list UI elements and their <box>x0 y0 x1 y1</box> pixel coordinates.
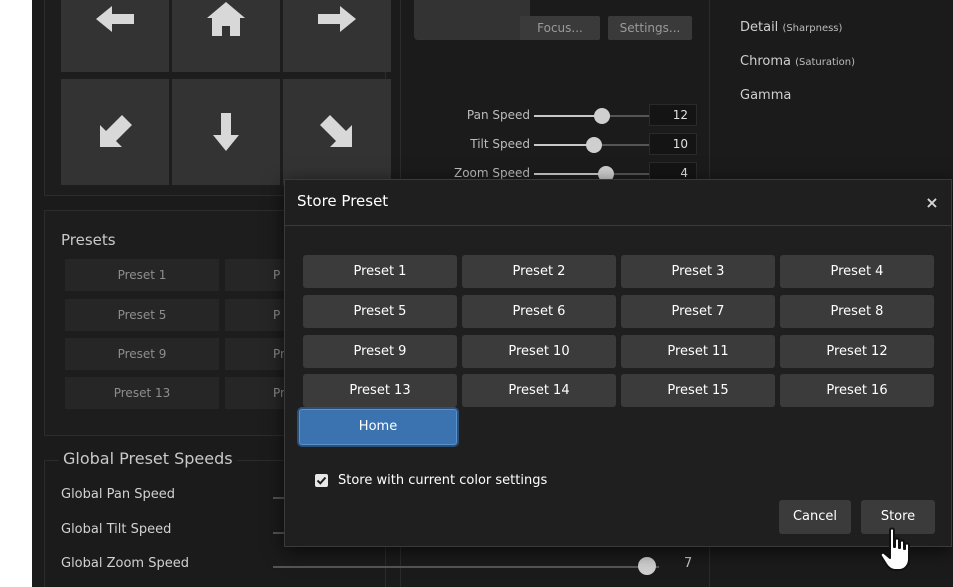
dialog-title: Store Preset <box>297 192 389 210</box>
pan-speed-thumb[interactable] <box>594 108 610 124</box>
store-preset-13-button[interactable]: Preset 13 <box>303 374 457 407</box>
zoom-speed-slider[interactable] <box>534 166 654 182</box>
home-position-button[interactable] <box>172 0 280 72</box>
store-preset-dialog: Store Preset × Preset 1 Preset 2 Preset 3P… <box>284 179 952 547</box>
preset-9-button[interactable]: Preset 9 <box>65 338 219 370</box>
detail-label: Detail <box>740 20 779 35</box>
gamma-setting[interactable]: Gamma <box>740 88 791 103</box>
store-preset-11-button[interactable]: Preset 11 <box>621 335 775 368</box>
global-zoom-speed-slider[interactable] <box>273 566 659 568</box>
global-preset-speeds-title: Global Preset Speeds <box>59 449 237 468</box>
store-preset-2-button[interactable]: Preset 2 <box>462 255 616 288</box>
preset-5-button[interactable]: Preset 5 <box>65 299 219 331</box>
pan-speed-label: Pan Speed <box>466 108 530 122</box>
tilt-speed-row: Tilt Speed 10 <box>422 133 702 155</box>
arrow-down-left-icon <box>100 115 132 147</box>
chroma-sub-label: (Saturation) <box>795 57 856 68</box>
global-zoom-speed-label: Global Zoom Speed <box>61 556 189 571</box>
pan-down-left-button[interactable] <box>61 79 169 185</box>
store-preset-3-button[interactable]: Preset 3 <box>621 255 775 288</box>
home-preset-button[interactable]: Home <box>299 409 457 445</box>
global-zoom-speed-value: 7 <box>684 556 693 571</box>
global-tilt-speed-label: Global Tilt Speed <box>61 522 172 537</box>
store-preset-5-button[interactable]: Preset 5 <box>303 295 457 328</box>
store-preset-14-button[interactable]: Preset 14 <box>462 374 616 407</box>
store-preset-10-button[interactable]: Preset 10 <box>462 335 616 368</box>
pan-speed-row: Pan Speed 12 <box>422 104 702 126</box>
ptz-panel <box>44 0 391 196</box>
arrow-left-icon <box>96 6 134 32</box>
store-preset-1-button[interactable]: Preset 1 <box>303 255 457 288</box>
cancel-button[interactable]: Cancel <box>779 500 851 534</box>
preset-13-button[interactable]: Preset 13 <box>65 377 219 409</box>
pan-right-button[interactable] <box>283 0 391 72</box>
presets-title: Presets <box>61 231 116 249</box>
detail-sub-label: (Sharpness) <box>782 23 843 34</box>
store-preset-6-button[interactable]: Preset 6 <box>462 295 616 328</box>
dialog-header: Store Preset × <box>285 180 951 226</box>
store-preset-9-button[interactable]: Preset 9 <box>303 335 457 368</box>
store-color-settings-checkbox[interactable] <box>315 473 328 487</box>
tilt-speed-label: Tilt Speed <box>470 137 530 151</box>
detail-setting[interactable]: Detail (Sharpness) <box>740 20 842 35</box>
store-preset-7-button[interactable]: Preset 7 <box>621 295 775 328</box>
close-icon[interactable]: × <box>921 192 943 214</box>
tilt-speed-value[interactable]: 10 <box>649 133 697 155</box>
arrow-right-icon <box>318 6 356 32</box>
pan-speed-slider[interactable] <box>534 108 654 124</box>
preset-1-button[interactable]: Preset 1 <box>65 259 219 291</box>
chroma-label: Chroma <box>740 54 791 69</box>
checkmark-icon <box>316 476 327 485</box>
store-preset-8-button[interactable]: Preset 8 <box>780 295 934 328</box>
tilt-speed-slider[interactable] <box>534 137 654 153</box>
store-preset-12-button[interactable]: Preset 12 <box>780 335 934 368</box>
store-preset-15-button[interactable]: Preset 15 <box>621 374 775 407</box>
camera-preview-box <box>414 0 530 40</box>
store-preset-4-button[interactable]: Preset 4 <box>780 255 934 288</box>
global-zoom-speed-thumb[interactable] <box>638 557 656 575</box>
arrow-down-icon <box>213 113 239 151</box>
store-color-settings-option[interactable]: Store with current color settings <box>315 470 547 490</box>
pan-down-right-button[interactable] <box>283 79 391 185</box>
global-pan-speed-label: Global Pan Speed <box>61 487 175 502</box>
store-preset-16-button[interactable]: Preset 16 <box>780 374 934 407</box>
settings-button[interactable]: Settings... <box>608 16 692 40</box>
pan-left-button[interactable] <box>61 0 169 72</box>
zoom-speed-label: Zoom Speed <box>453 166 530 180</box>
home-icon <box>207 2 245 36</box>
store-color-settings-label: Store with current color settings <box>338 472 548 488</box>
focus-button[interactable]: Focus... <box>520 16 600 40</box>
hand-cursor-icon <box>879 527 910 571</box>
tilt-down-button[interactable] <box>172 79 280 185</box>
chroma-setting[interactable]: Chroma (Saturation) <box>740 54 855 69</box>
arrow-down-right-icon <box>320 115 352 147</box>
tilt-speed-thumb[interactable] <box>586 137 602 153</box>
pan-speed-value[interactable]: 12 <box>649 104 697 126</box>
gamma-label: Gamma <box>740 88 792 103</box>
